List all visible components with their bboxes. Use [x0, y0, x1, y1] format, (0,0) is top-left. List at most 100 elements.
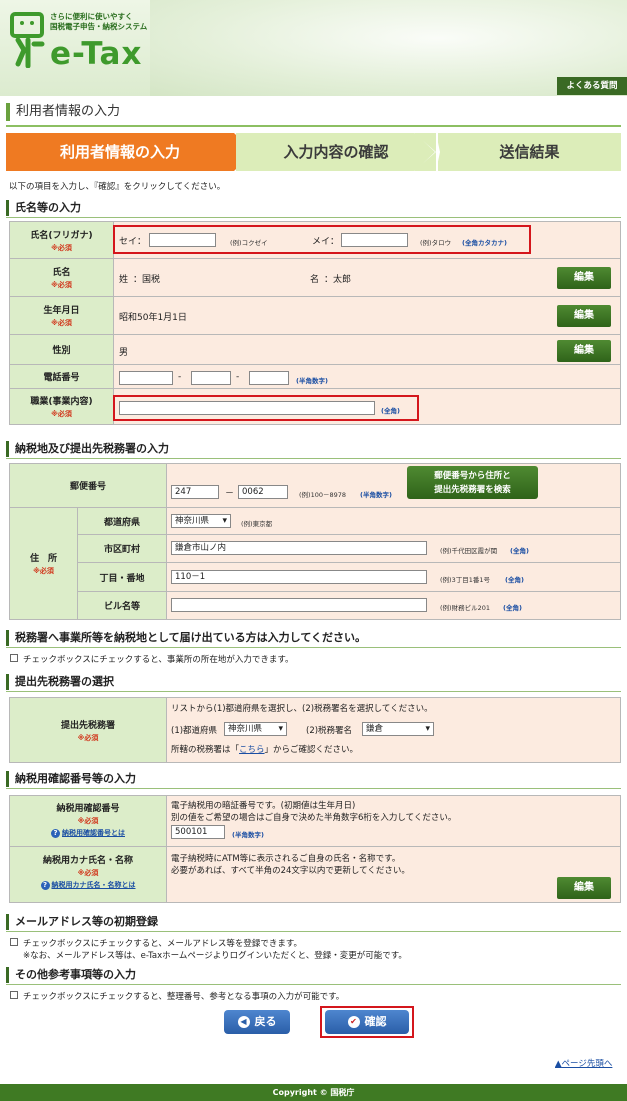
block-label-cell: 丁目・番地 [77, 562, 167, 592]
required-mark: ※必須 [77, 733, 99, 742]
phone-input-1[interactable] [119, 371, 173, 385]
tagline-line-2: 国税電子申告・納税システム [50, 22, 148, 31]
tax-office-label-cell: 提出先税務署 ※必須 [9, 697, 167, 763]
step-confirm: 入力内容の確認 [236, 133, 436, 171]
name-value-cell [113, 258, 621, 297]
kana-note: (全角カタカナ) [462, 239, 507, 247]
title-divider [6, 125, 621, 127]
tax-office-link[interactable]: こちら [239, 745, 265, 755]
section-divider [6, 458, 621, 459]
pin-note: (半角数字) [232, 831, 264, 839]
given-name-value: ：太郎 [324, 275, 352, 285]
section-heading-office-notice: 税務署へ事業所等を納税地として届け出ている方は入力してください。 [6, 630, 621, 646]
pref-select[interactable]: 神奈川県 [171, 514, 231, 528]
mei-input[interactable] [341, 233, 408, 247]
block-input[interactable]: 110－1 [171, 570, 427, 584]
step-input-current: 利用者情報の入力 [6, 133, 253, 171]
other-checkbox[interactable] [10, 991, 18, 999]
mei-label: メイ： [312, 237, 340, 247]
office-address-checkbox[interactable] [10, 654, 18, 662]
birth-value: 昭和50年1月1日 [119, 313, 187, 323]
required-mark: ※必須 [51, 410, 72, 418]
city-input[interactable]: 鎌倉市山ノ内 [171, 541, 427, 555]
section-divider [6, 931, 621, 932]
pin-help-text: 納税用確認番号とは [62, 829, 125, 837]
section-heading-name: 氏名等の入力 [6, 200, 621, 216]
edit-gender-button[interactable]: 編集 [557, 340, 611, 362]
block-example: (例)3丁目1番1号 [440, 576, 490, 584]
furigana-label-cell: 氏名(フリガナ) ※必須 [9, 221, 114, 259]
pin-text-1: 電子納税用の暗証番号です。(初期値は生年月日) [171, 801, 356, 811]
faq-button[interactable]: よくある質問 [557, 77, 627, 95]
pin-text-2: 別の値をご希望の場合はご自身で決めた半角数字6桁を入力してください。 [171, 813, 457, 823]
step-divider [436, 133, 440, 171]
tax-office-pref-select[interactable]: 神奈川県 [224, 722, 287, 736]
other-checkbox-text: チェックボックスにチェックすると、整理番号、参考となる事項の入力が可能です。 [23, 992, 345, 1002]
page-top-link[interactable]: ▲ページ先頭へ [555, 1057, 612, 1069]
required-mark: ※必須 [77, 869, 99, 877]
confirm-button[interactable]: ✔ 確認 [325, 1010, 409, 1034]
section-heading-other: その他参考事項等の入力 [6, 967, 621, 983]
tax-office-instruction: リストから(1)都道府県を選択し、(2)税務署名を選択してください。 [171, 704, 433, 714]
step-result: 送信結果 [438, 133, 621, 171]
zip-input-1[interactable]: 247 [171, 485, 219, 499]
address-label-cell: 住 所 ※必須 [9, 507, 78, 620]
confirm-post-text: 」からご確認ください。 [264, 745, 359, 755]
kana-help-text: 納税用カナ氏名・名称とは [51, 881, 136, 889]
tax-office-label: 提出先税務署 [60, 720, 115, 731]
block-label: 丁目・番地 [99, 573, 145, 584]
tagline-line-1: さらに便利に使いやすく [50, 12, 133, 21]
city-note: (全角) [510, 547, 529, 555]
zip-search-button[interactable]: 郵便番号から住所と 提出先税務署を検索 [407, 466, 538, 499]
bldg-input[interactable] [171, 598, 427, 612]
site-header: さらに便利に使いやすく 国税電子申告・納税システム e-Tax [0, 0, 627, 96]
pref-label-cell: 都道府県 [77, 507, 167, 535]
section-divider [6, 788, 621, 789]
section-divider [6, 691, 621, 692]
page-title: 利用者情報の入力 [6, 103, 120, 121]
email-note: ※なお、メールアドレス等は、e-Taxホームページよりログインいただくと、登録・… [23, 951, 407, 961]
tax-office-name-select[interactable]: 鎌倉 [362, 722, 434, 736]
section-divider [6, 217, 621, 218]
back-button[interactable]: ◀ 戻る [224, 1010, 290, 1034]
mei-example: (例)タロウ [420, 239, 452, 247]
phone-input-3[interactable] [249, 371, 289, 385]
given-name-label: 名 [310, 275, 320, 285]
pin-help-link[interactable]: ? 納税用確認番号とは [10, 828, 166, 838]
zip-search-line-2: 提出先税務署を検索 [434, 485, 511, 495]
kana-help-link[interactable]: ? 納税用カナ氏名・名称とは [10, 880, 166, 890]
kana-name-label: 納税用カナ氏名・名称 [42, 856, 133, 866]
gender-value: 男 [119, 348, 129, 358]
job-label-cell: 職業(事業内容) ※必須 [9, 388, 114, 425]
required-mark: ※必須 [77, 817, 99, 825]
job-label: 職業(事業内容) [30, 397, 93, 407]
furigana-label: 氏名(フリガナ) [30, 230, 93, 241]
birth-label-cell: 生年月日 ※必須 [9, 296, 114, 335]
pin-label: 納税用確認番号 [56, 804, 120, 814]
job-input[interactable] [119, 401, 375, 415]
zip-input-2[interactable]: 0062 [238, 485, 288, 499]
section-divider [6, 984, 621, 985]
name-label: 氏名 [52, 268, 71, 278]
bldg-example: (例)財務ビル201 [440, 604, 490, 612]
edit-name-button[interactable]: 編集 [557, 267, 611, 289]
email-checkbox[interactable] [10, 938, 18, 946]
required-mark: ※必須 [51, 281, 72, 289]
required-mark: ※必須 [51, 319, 72, 327]
section-heading-pin: 納税用確認番号等の入力 [6, 771, 621, 787]
surname-value: ：国税 [133, 275, 161, 285]
required-mark: ※必須 [51, 243, 72, 252]
gender-value-cell [113, 334, 621, 365]
job-note: (全角) [381, 407, 400, 415]
pin-input[interactable]: 500101 [171, 825, 225, 839]
surname-label: 姓 [119, 275, 129, 285]
phone-dash: - [178, 372, 182, 382]
sei-input[interactable] [149, 233, 216, 247]
edit-kana-name-button[interactable]: 編集 [557, 877, 611, 899]
section-heading-email: メールアドレス等の初期登録 [6, 914, 621, 930]
phone-input-2[interactable] [191, 371, 231, 385]
section-heading-address: 納税地及び提出先税務署の入力 [6, 441, 621, 457]
edit-birth-button[interactable]: 編集 [557, 305, 611, 327]
back-label: 戻る [254, 1015, 277, 1028]
step-arrow [415, 133, 435, 171]
